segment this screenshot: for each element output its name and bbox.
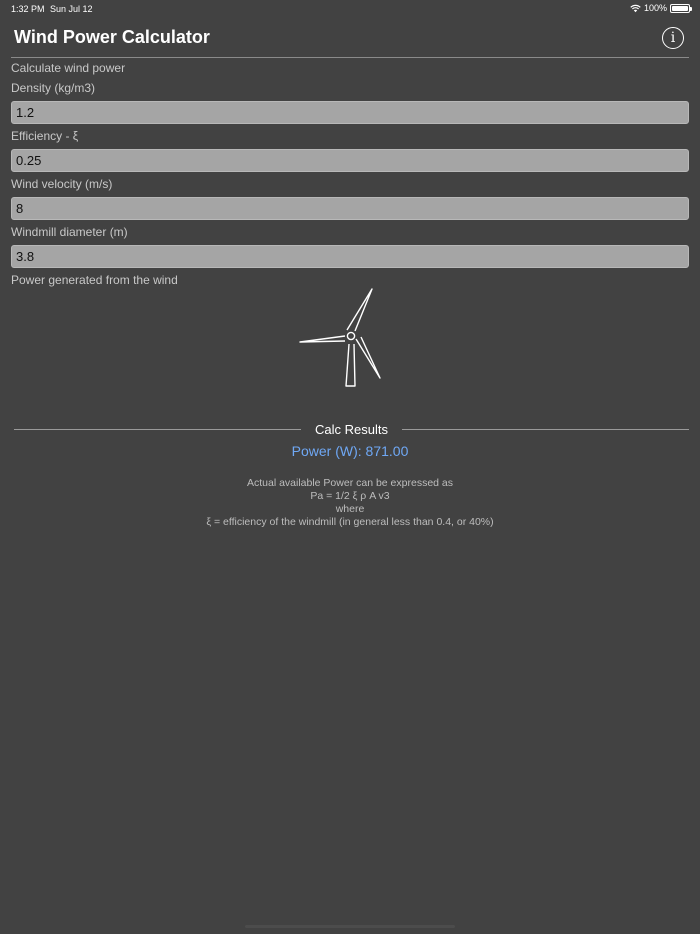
calculator-form: Calculate wind power Density (kg/m3) Eff…: [11, 61, 689, 287]
battery-icon: [670, 3, 692, 13]
nav-divider: [11, 57, 689, 58]
density-input[interactable]: [11, 101, 689, 124]
form-heading: Calculate wind power: [11, 61, 126, 75]
power-heading: Power generated from the wind: [11, 273, 178, 287]
info-button[interactable]: i: [662, 27, 684, 49]
page-title: Wind Power Calculator: [14, 27, 210, 47]
power-result: Power (W): 871.00: [291, 443, 409, 459]
results-header: Calc Results: [14, 421, 689, 437]
battery-percent: 100%: [643, 3, 667, 13]
explanation-line: Actual available Power can be expressed …: [246, 477, 454, 489]
status-bar: 1:32 PM Sun Jul 12 100%: [0, 0, 700, 18]
velocity-input[interactable]: [11, 197, 689, 220]
status-date: Sun Jul 12: [50, 4, 93, 14]
velocity-label: Wind velocity (m/s): [11, 177, 113, 191]
formula-explanation: Actual available Power can be expressed …: [0, 477, 700, 529]
wind-turbine-icon: [299, 288, 381, 387]
results-divider-left: [14, 428, 302, 430]
density-label: Density (kg/m3): [11, 81, 96, 95]
efficiency-label: Efficiency - ξ: [11, 129, 79, 143]
wifi-icon: [630, 4, 641, 12]
home-indicator: [245, 925, 455, 928]
explanation-line: ξ = efficiency of the windmill (in gener…: [206, 516, 494, 528]
results-title: Calc Results: [315, 421, 388, 437]
results-divider-right: [401, 428, 689, 430]
status-indicators: 100%: [630, 3, 692, 13]
info-icon: i: [670, 30, 676, 46]
diameter-label: Windmill diameter (m): [11, 225, 128, 239]
status-time: 1:32 PM: [11, 4, 45, 14]
formula-line: Pa = 1/2 ξ ρ A v3: [310, 490, 390, 502]
efficiency-input[interactable]: [11, 149, 689, 172]
diameter-input[interactable]: [11, 245, 689, 268]
explanation-line: where: [335, 503, 365, 515]
